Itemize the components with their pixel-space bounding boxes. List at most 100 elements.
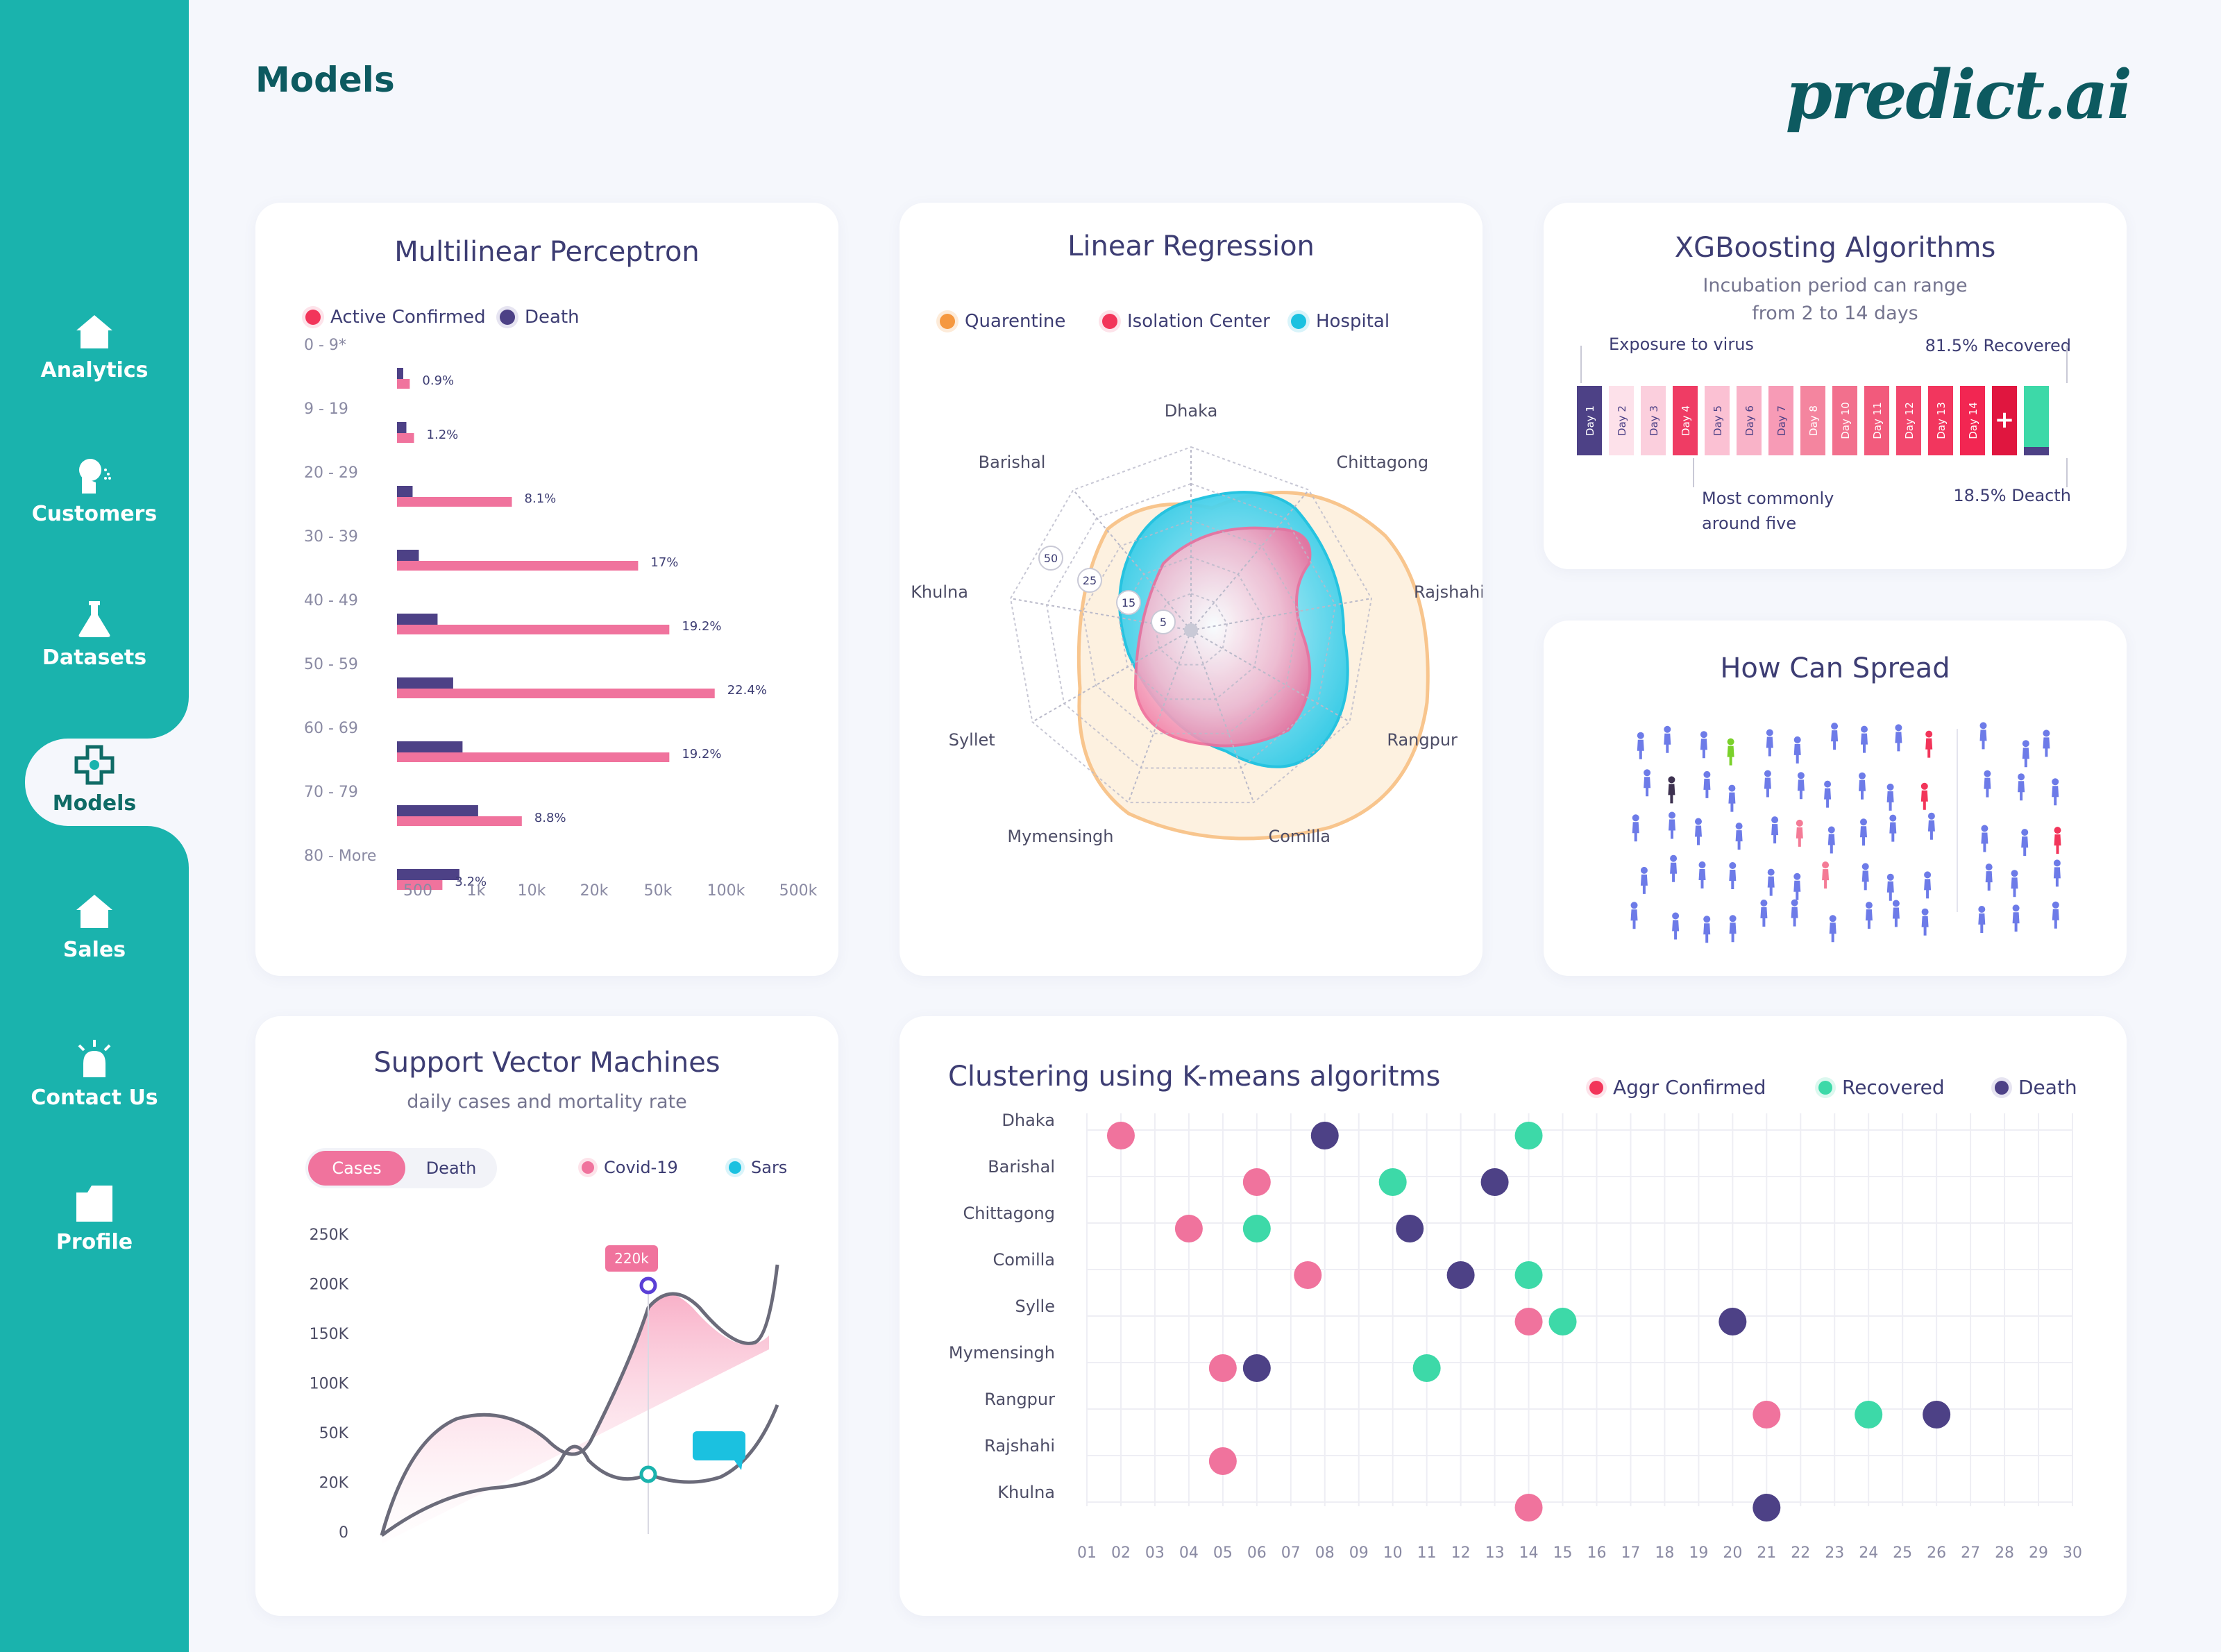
person-body bbox=[1632, 822, 1639, 842]
death-bar bbox=[397, 741, 463, 752]
scatter-point bbox=[1514, 1122, 1543, 1149]
person-head bbox=[1664, 725, 1671, 733]
person-body bbox=[1797, 779, 1805, 800]
person-body bbox=[1979, 730, 1987, 750]
person-head bbox=[1889, 814, 1897, 822]
sidebar-item-datasets[interactable]: Datasets bbox=[0, 598, 189, 702]
incubation-day-label: Day 14 bbox=[1967, 402, 1979, 439]
x-tick-label: 07 bbox=[1281, 1544, 1301, 1562]
person-figure bbox=[1728, 784, 1736, 812]
person-body bbox=[2011, 877, 2018, 897]
person-head bbox=[1924, 871, 1932, 879]
person-body bbox=[1985, 871, 1993, 891]
person-head bbox=[1824, 780, 1832, 788]
person-body bbox=[1981, 832, 1988, 852]
x-tick-label: 22 bbox=[1791, 1544, 1810, 1562]
confirmed-bar bbox=[397, 625, 670, 634]
x-tick-label: 27 bbox=[1961, 1544, 1980, 1562]
x-tick-label: 23 bbox=[1825, 1544, 1844, 1562]
person-body bbox=[1861, 870, 1869, 891]
x-tick-label: 20 bbox=[1723, 1544, 1742, 1562]
incubation-day-label: Day 4 bbox=[1680, 405, 1692, 436]
person-body bbox=[1630, 909, 1638, 929]
linreg-card: Linear Regression Quarentine Isolation C… bbox=[900, 203, 1483, 976]
person-figure bbox=[2012, 904, 2020, 932]
person-body bbox=[1729, 922, 1737, 943]
person-figure bbox=[1925, 730, 1933, 758]
confirmed-bar bbox=[397, 497, 512, 507]
scatter-point bbox=[1514, 1494, 1543, 1522]
person-figure bbox=[1760, 900, 1768, 927]
scatter-point bbox=[1378, 1168, 1407, 1196]
profile-card-icon bbox=[76, 1186, 112, 1222]
x-tick-label: 28 bbox=[1995, 1544, 2014, 1562]
person-body bbox=[1637, 739, 1644, 759]
person-figure bbox=[1831, 723, 1839, 750]
sidebar-item-label: Datasets bbox=[42, 646, 147, 670]
scatter-point bbox=[1753, 1494, 1781, 1522]
person-body bbox=[1921, 916, 1929, 936]
x-tick-label: 15 bbox=[1553, 1544, 1573, 1562]
confirmed-bar-label: 8.1% bbox=[525, 491, 557, 506]
person-body bbox=[2052, 909, 2059, 929]
x-tick-label: 500 bbox=[403, 882, 432, 900]
person-head bbox=[1668, 776, 1675, 784]
sidebar-item-sales[interactable]: Sales bbox=[0, 891, 189, 995]
person-body bbox=[1727, 745, 1734, 766]
person-head bbox=[1978, 906, 1986, 913]
radar-axis-label: Comilla bbox=[1268, 827, 1331, 846]
person-figure bbox=[2011, 870, 2018, 897]
death-bar bbox=[397, 805, 478, 816]
scatter-point bbox=[1514, 1261, 1543, 1289]
sidebar-item-profile[interactable]: Profile bbox=[0, 1183, 189, 1287]
person-head bbox=[1630, 902, 1638, 909]
person-body bbox=[1767, 876, 1775, 896]
person-head bbox=[1632, 814, 1639, 822]
sidebar-item-customers[interactable]: Customers bbox=[0, 455, 189, 559]
person-head bbox=[1669, 811, 1675, 819]
person-body bbox=[2021, 836, 2029, 857]
person-body bbox=[1771, 824, 1779, 844]
person-head bbox=[1979, 722, 1987, 730]
scatter-point bbox=[1514, 1308, 1543, 1335]
person-body bbox=[1766, 736, 1773, 757]
scatter-point bbox=[1396, 1215, 1424, 1242]
mlp-card: Multilinear Perceptron Active Confirmed … bbox=[255, 203, 838, 976]
sars-comment-icon bbox=[693, 1431, 745, 1460]
person-head bbox=[1861, 725, 1868, 733]
sidebar-item-analytics[interactable]: Analytics bbox=[0, 311, 189, 415]
y-tick-label: 20K bbox=[319, 1475, 349, 1492]
radar-axis-label: Chittagong bbox=[1337, 453, 1429, 472]
person-figure bbox=[2052, 778, 2059, 806]
medical-cross-icon bbox=[74, 745, 115, 785]
radar-chart: Dhaka Chittagong Rajshahi Rangpur Comilla Mym… bbox=[911, 401, 1483, 846]
person-figure bbox=[2018, 773, 2025, 801]
person-figure bbox=[1670, 854, 1678, 882]
category-label: Chittagong bbox=[963, 1204, 1055, 1223]
person-body bbox=[1793, 743, 1801, 764]
sidebar-item-contact-us[interactable]: Contact Us bbox=[0, 1038, 189, 1143]
sidebar-item-models[interactable]: Models bbox=[0, 744, 189, 848]
person-head bbox=[1925, 730, 1933, 738]
person-figure bbox=[1981, 825, 1988, 852]
brand-logo: predict.ai bbox=[1785, 56, 2132, 134]
scatter-point bbox=[1412, 1354, 1441, 1382]
sidebar-item-label: Contact Us bbox=[31, 1086, 158, 1110]
person-body bbox=[2054, 834, 2061, 854]
person-body bbox=[1895, 732, 1902, 752]
incubation-strip: Day 1 Day 2 Day 3 Day 4 Day 5 Day 6 Day 7 Day 8… bbox=[1577, 346, 2068, 487]
person-figure bbox=[1672, 912, 1680, 940]
y-tick-label: 50K bbox=[319, 1425, 349, 1442]
person-head bbox=[2043, 730, 2050, 737]
person-body bbox=[1829, 922, 1836, 943]
person-head bbox=[1831, 723, 1839, 730]
person-figure bbox=[1889, 814, 1897, 842]
x-tick-label: 11 bbox=[1417, 1544, 1437, 1562]
scatter-point bbox=[1718, 1308, 1747, 1335]
radar-axis-label: Rajshahi bbox=[1414, 582, 1483, 602]
age-group-label: 60 - 69 bbox=[304, 720, 358, 737]
person-head bbox=[2021, 829, 2029, 836]
person-head bbox=[1793, 736, 1801, 743]
person-body bbox=[1859, 779, 1866, 800]
scatter-point bbox=[1242, 1215, 1271, 1242]
